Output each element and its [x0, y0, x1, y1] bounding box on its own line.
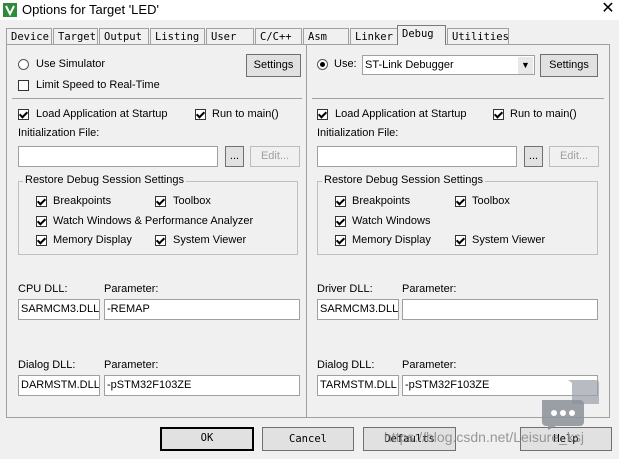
- left-browse-button[interactable]: ...: [225, 146, 244, 167]
- right-run-to-main-checkbox[interactable]: [493, 109, 504, 120]
- right-sysviewer-checkbox[interactable]: [455, 235, 466, 246]
- left-init-file-label: Initialization File:: [18, 127, 100, 139]
- left-dialog-dll-input[interactable]: DARMSTM.DLL: [18, 375, 100, 396]
- use-label: Use:: [334, 58, 357, 70]
- left-run-to-main-checkbox[interactable]: [195, 109, 206, 120]
- left-separator: [12, 98, 302, 99]
- limit-speed-checkbox[interactable]: [18, 80, 29, 91]
- left-dialog-param-label: Parameter:: [104, 359, 159, 371]
- cpu-dll-label: CPU DLL:: [18, 283, 68, 295]
- chevron-down-icon[interactable]: ▼: [518, 57, 533, 74]
- right-watch-label: Watch Windows: [352, 215, 431, 227]
- tab-utilities[interactable]: Utilities: [447, 28, 509, 44]
- left-dialog-dll-label: Dialog DLL:: [18, 359, 76, 371]
- right-sysviewer-label: System Viewer: [472, 234, 546, 246]
- keil-app-icon: [3, 3, 17, 17]
- left-init-file-input[interactable]: [18, 146, 218, 167]
- tab-target[interactable]: Target: [53, 28, 98, 44]
- right-run-to-main-label: Run to main(): [510, 108, 577, 120]
- right-dialog-dll-input[interactable]: TARMSTM.DLL: [317, 375, 399, 396]
- left-breakpoints-label: Breakpoints: [53, 195, 112, 207]
- right-watch-checkbox[interactable]: [335, 216, 346, 227]
- window-title: Options for Target 'LED': [22, 2, 159, 17]
- left-watch-checkbox[interactable]: [36, 216, 47, 227]
- left-watch-label: Watch Windows & Performance Analyzer: [53, 215, 254, 227]
- left-edit-button[interactable]: Edit...: [250, 146, 300, 167]
- tab-user[interactable]: User: [206, 28, 254, 44]
- right-init-file-label: Initialization File:: [317, 127, 399, 139]
- left-settings-button[interactable]: Settings: [246, 54, 301, 77]
- right-edit-button[interactable]: Edit...: [549, 146, 599, 167]
- right-toolbox-label: Toolbox: [472, 195, 510, 207]
- driver-dll-label: Driver DLL:: [317, 283, 373, 295]
- debugger-select-value: ST-Link Debugger: [365, 59, 454, 71]
- driver-param-label: Parameter:: [402, 283, 457, 295]
- use-simulator-radio[interactable]: [18, 59, 29, 70]
- driver-dll-input[interactable]: SARMCM3.DLL: [317, 299, 399, 320]
- tab-output[interactable]: Output: [99, 28, 149, 44]
- right-dialog-dll-label: Dialog DLL:: [317, 359, 375, 371]
- right-memory-checkbox[interactable]: [335, 235, 346, 246]
- tab-c-cpp[interactable]: C/C++: [255, 28, 302, 44]
- left-load-app-label: Load Application at Startup: [36, 108, 168, 120]
- watermark-text: https://blog.csdn.net/Leisure_ksj: [384, 429, 585, 445]
- cpu-param-input[interactable]: -REMAP: [104, 299, 300, 320]
- left-breakpoints-checkbox[interactable]: [36, 196, 47, 207]
- left-run-to-main-label: Run to main(): [212, 108, 279, 120]
- chat-bubble-icon: [542, 380, 599, 430]
- left-toolbox-checkbox[interactable]: [155, 196, 166, 207]
- right-dialog-param-label: Parameter:: [402, 359, 457, 371]
- driver-param-input[interactable]: [402, 299, 598, 320]
- right-restore-title: Restore Debug Session Settings: [322, 174, 485, 186]
- right-separator: [312, 98, 604, 99]
- limit-speed-label: Limit Speed to Real-Time: [36, 79, 160, 91]
- right-init-file-input[interactable]: [317, 146, 517, 167]
- use-debugger-radio[interactable]: [317, 59, 328, 70]
- left-dialog-param-input[interactable]: -pSTM32F103ZE: [104, 375, 300, 396]
- right-load-app-label: Load Application at Startup: [335, 108, 467, 120]
- debugger-select[interactable]: ST-Link Debugger ▼: [362, 55, 535, 75]
- right-browse-button[interactable]: ...: [524, 146, 543, 167]
- right-toolbox-checkbox[interactable]: [455, 196, 466, 207]
- cancel-button[interactable]: Cancel: [262, 427, 354, 451]
- right-settings-button[interactable]: Settings: [540, 54, 598, 77]
- right-load-app-checkbox[interactable]: [317, 109, 328, 120]
- tab-linker[interactable]: Linker: [350, 28, 398, 44]
- right-memory-label: Memory Display: [352, 234, 431, 246]
- left-restore-title: Restore Debug Session Settings: [23, 174, 186, 186]
- tab-device[interactable]: Device: [6, 28, 52, 44]
- left-sysviewer-checkbox[interactable]: [155, 235, 166, 246]
- tab-listing[interactable]: Listing: [150, 28, 205, 44]
- left-toolbox-label: Toolbox: [173, 195, 211, 207]
- left-sysviewer-label: System Viewer: [173, 234, 247, 246]
- use-simulator-label: Use Simulator: [36, 58, 106, 70]
- right-breakpoints-label: Breakpoints: [352, 195, 411, 207]
- close-icon[interactable]: ✕: [598, 0, 618, 18]
- tab-debug[interactable]: Debug: [397, 25, 446, 45]
- cpu-param-label: Parameter:: [104, 283, 159, 295]
- tab-asm[interactable]: Asm: [303, 28, 349, 44]
- cpu-dll-input[interactable]: SARMCM3.DLL: [18, 299, 100, 320]
- left-memory-checkbox[interactable]: [36, 235, 47, 246]
- panel-divider: [306, 45, 307, 417]
- left-load-app-checkbox[interactable]: [18, 109, 29, 120]
- right-breakpoints-checkbox[interactable]: [335, 196, 346, 207]
- left-memory-label: Memory Display: [53, 234, 132, 246]
- ok-button[interactable]: OK: [160, 427, 254, 451]
